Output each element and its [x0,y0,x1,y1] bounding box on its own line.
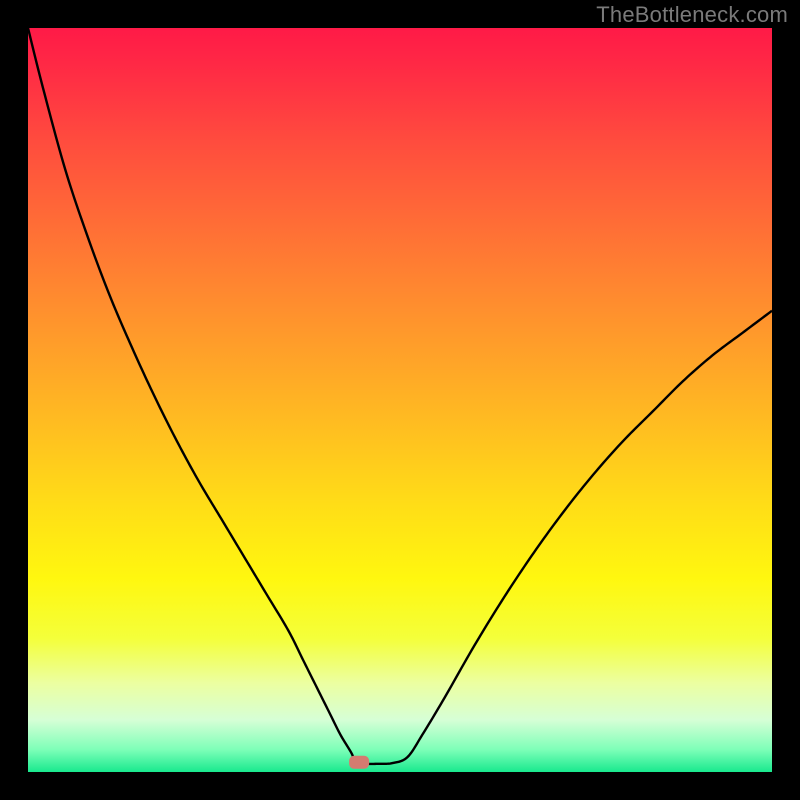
watermark-text: TheBottleneck.com [596,2,788,28]
chart-frame: TheBottleneck.com [0,0,800,800]
optimal-point-marker [349,756,369,769]
plot-area [28,28,772,772]
gradient-background [28,28,772,772]
chart-svg [28,28,772,772]
